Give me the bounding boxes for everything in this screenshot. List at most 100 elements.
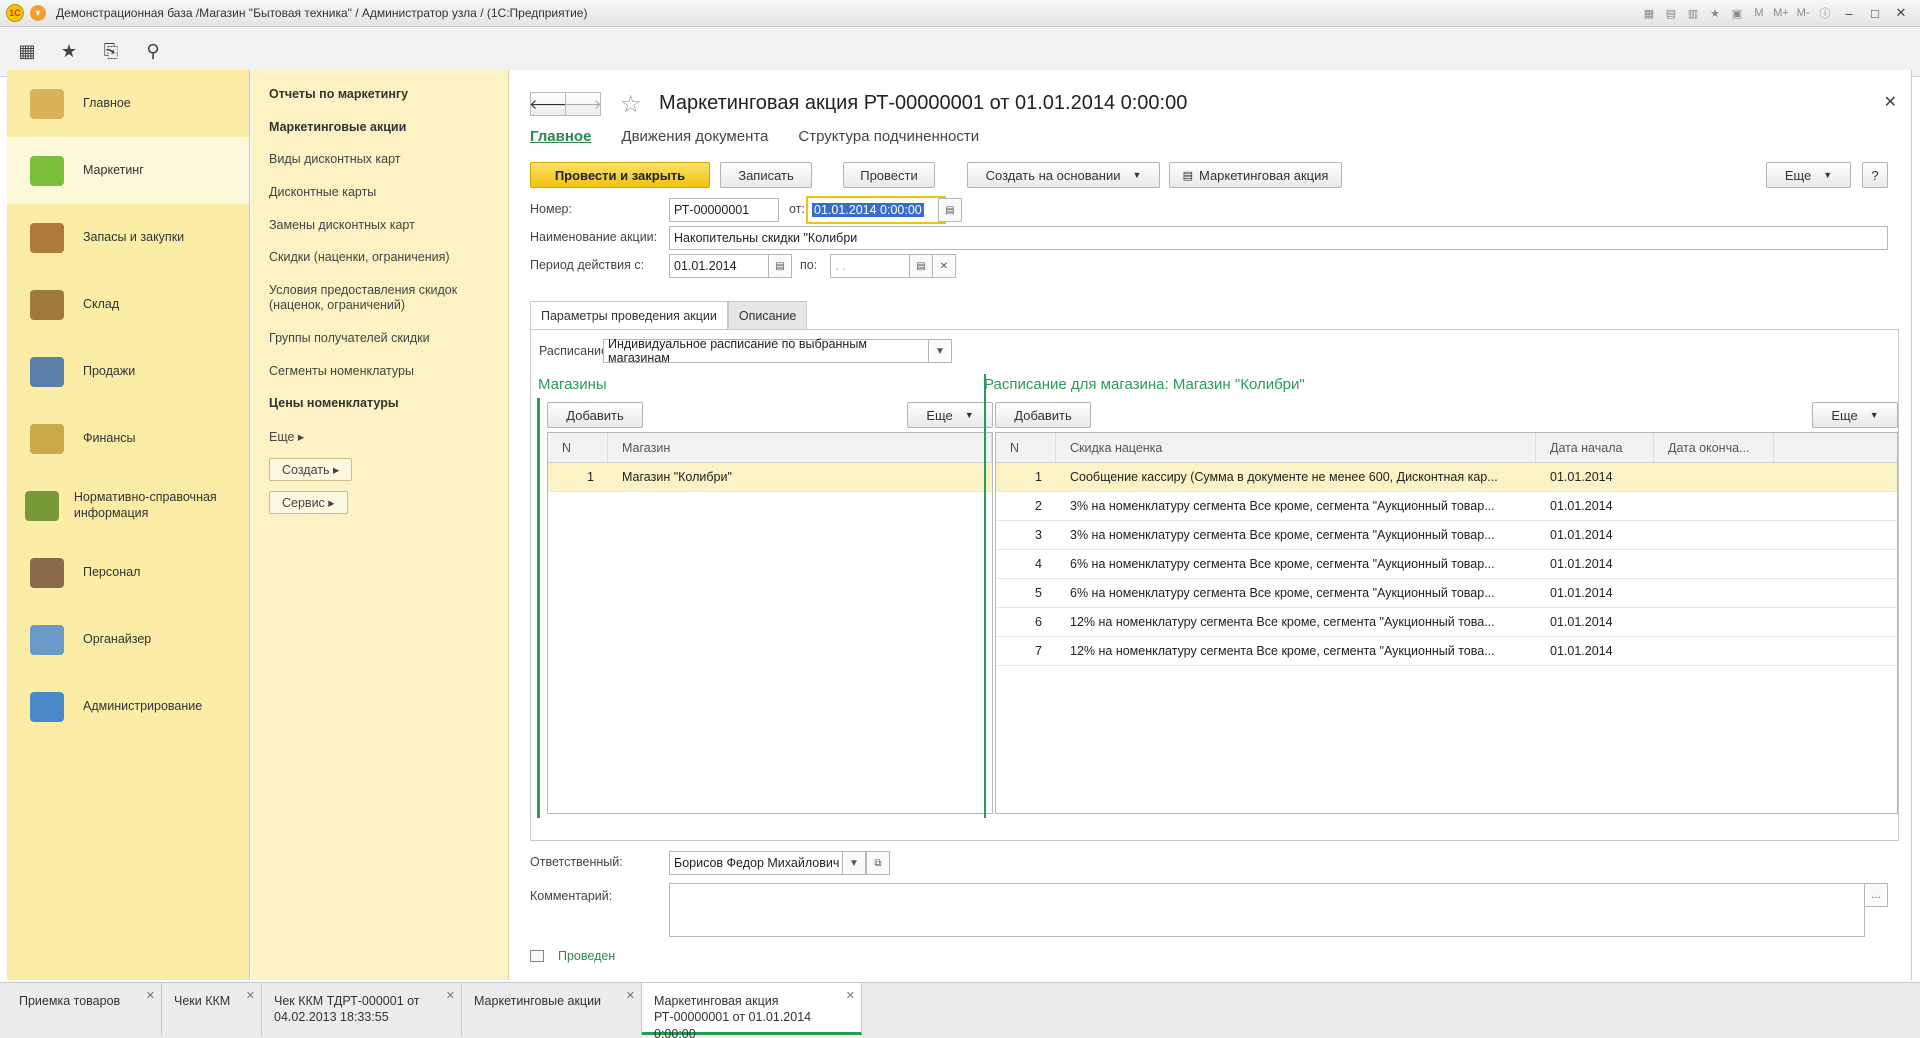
table-row[interactable]: 1 Магазин "Колибри" [548, 463, 992, 492]
comment-field[interactable] [669, 883, 1865, 937]
section-item[interactable]: Органайзер [7, 606, 249, 673]
stores-more-button[interactable]: Еще ▼ [907, 402, 993, 428]
tab-action-parameters[interactable]: Параметры проведения акции [530, 301, 728, 329]
period-to-calendar-icon[interactable]: ▤ [909, 254, 933, 278]
date-field[interactable]: 01.01.2014 0:00:00 [806, 196, 946, 224]
close-icon[interactable]: ✕ [626, 989, 635, 1003]
back-button[interactable]: 🡐 [529, 92, 567, 116]
tab-description[interactable]: Описание [727, 301, 808, 329]
col-n[interactable]: N [996, 433, 1056, 462]
chevron-down-icon[interactable]: ▼ [928, 339, 952, 363]
function-link[interactable]: Группы получателей скидки [269, 331, 508, 347]
col-end-date[interactable]: Дата оконча... [1654, 433, 1774, 462]
maximize-button[interactable]: □ [1864, 4, 1886, 22]
calendar-icon[interactable]: ▤ [1662, 4, 1680, 22]
function-link[interactable]: Виды дисконтных карт [269, 152, 508, 168]
history-icon[interactable]: ⎘ [100, 41, 122, 63]
open-window-tab[interactable]: Маркетинговые акции ✕ [462, 983, 642, 1035]
forward-button[interactable]: 🡒 [564, 92, 602, 116]
table-row[interactable]: 7 12% на номенклатуру сегмента Все кроме,… [996, 637, 1897, 666]
close-icon[interactable]: ✕ [246, 989, 255, 1003]
section-item[interactable]: Продажи [7, 338, 249, 405]
print-marketing-action-button[interactable]: ▤ Маркетинговая акция [1169, 162, 1342, 188]
help-button[interactable]: ? [1862, 162, 1888, 188]
section-item[interactable]: Склад [7, 271, 249, 338]
table-row[interactable]: 4 6% на номенклатуру сегмента Все кроме, … [996, 550, 1897, 579]
schedule-more-button[interactable]: Еще ▼ [1812, 402, 1898, 428]
functions-more-link[interactable]: Еще ▸ [269, 429, 508, 444]
search-icon[interactable]: ⚲ [142, 41, 164, 63]
function-link[interactable]: Сегменты номенклатуры [269, 364, 508, 380]
col-discount[interactable]: Скидка наценка [1056, 433, 1536, 462]
responsible-field[interactable]: Борисов Федор Михайлович [669, 851, 843, 875]
table-row[interactable]: 1 Сообщение кассиру (Сумма в документе не… [996, 463, 1897, 492]
function-link[interactable]: Условия предоставления скидок (наценок, … [269, 283, 508, 314]
apps-grid-icon[interactable]: ▦ [16, 41, 38, 63]
schedule-add-button[interactable]: Добавить [995, 402, 1091, 428]
calculator-icon[interactable]: ▣ [1728, 4, 1746, 22]
form-close-icon[interactable]: ✕ [1884, 92, 1897, 112]
favorite-star-icon[interactable]: ☆ [620, 90, 642, 119]
post-and-close-button[interactable]: Провести и закрыть [530, 162, 710, 188]
function-link[interactable]: Дисконтные карты [269, 185, 508, 201]
function-link[interactable]: Отчеты по маркетингу [269, 87, 508, 103]
tab-main[interactable]: Главное [530, 128, 591, 145]
col-n[interactable]: N [548, 433, 608, 462]
info-icon[interactable]: ⓘ [1816, 4, 1834, 22]
open-window-tab[interactable]: Маркетинговая акция РТ-00000001 от 01.01… [642, 983, 862, 1038]
main-menu-icon[interactable]: ▾ [30, 5, 46, 21]
action-name-field[interactable]: Накопительны скидки "Колибри [669, 226, 1888, 250]
period-from-field[interactable]: 01.01.2014 [669, 254, 769, 278]
function-link[interactable]: Цены номенклатуры [269, 396, 508, 412]
section-item[interactable]: Маркетинг [7, 137, 249, 204]
table-row[interactable]: 3 3% на номенклатуру сегмента Все кроме, … [996, 521, 1897, 550]
minimize-button[interactable]: – [1838, 4, 1860, 22]
section-item[interactable]: Главное [7, 70, 249, 137]
memory-m-icon[interactable]: M [1750, 4, 1768, 22]
splitter-bar[interactable] [984, 374, 986, 818]
section-item[interactable]: Финансы [7, 405, 249, 472]
section-item[interactable]: Персонал [7, 539, 249, 606]
form-more-button[interactable]: Еще ▼ [1766, 162, 1851, 188]
tab-structure[interactable]: Структура подчиненности [798, 128, 979, 145]
ellipsis-icon[interactable]: … [1864, 883, 1888, 907]
functions-create-button[interactable]: Создать ▸ [269, 457, 353, 481]
memory-mminus-icon[interactable]: M- [1794, 4, 1812, 22]
create-based-on-button[interactable]: Создать на основании ▼ [967, 162, 1160, 188]
function-link[interactable]: Маркетинговые акции [269, 120, 508, 136]
close-icon[interactable]: ✕ [146, 989, 155, 1003]
col-store[interactable]: Магазин [608, 433, 992, 462]
functions-service-button[interactable]: Сервис ▸ [269, 490, 348, 514]
calendar-picker-icon[interactable]: ▤ [938, 198, 962, 222]
post-button[interactable]: Провести [843, 162, 935, 188]
open-window-tab[interactable]: Чеки ККМ ✕ [162, 983, 262, 1035]
schedule-select[interactable]: Индивидуальное расписание по выбранным м… [603, 337, 929, 365]
table-row[interactable]: 2 3% на номенклатуру сегмента Все кроме, … [996, 492, 1897, 521]
clear-icon[interactable]: ✕ [932, 254, 956, 278]
function-link[interactable]: Скидки (наценки, ограничения) [269, 250, 508, 266]
close-icon[interactable]: ✕ [846, 989, 855, 1003]
section-item[interactable]: Нормативно-справочная информация [7, 472, 249, 539]
section-item[interactable]: Администрирование [7, 673, 249, 740]
history-icon[interactable]: ▥ [1684, 4, 1702, 22]
close-icon[interactable]: ✕ [446, 989, 455, 1003]
col-start-date[interactable]: Дата начала [1536, 433, 1654, 462]
open-window-tab[interactable]: Приемка товаров ✕ [7, 983, 162, 1035]
open-icon[interactable]: ⧉ [866, 851, 890, 875]
number-field[interactable]: РТ-00000001 [669, 198, 779, 222]
period-to-field[interactable]: . . [830, 254, 910, 278]
table-row[interactable]: 6 12% на номенклатуру сегмента Все кроме,… [996, 608, 1897, 637]
chevron-down-icon[interactable]: ▼ [842, 851, 866, 875]
tab-movements[interactable]: Движения документа [621, 128, 768, 145]
period-from-calendar-icon[interactable]: ▤ [768, 254, 792, 278]
write-button[interactable]: Записать [720, 162, 812, 188]
stores-add-button[interactable]: Добавить [547, 402, 643, 428]
1c-logo-icon[interactable]: 1С [6, 4, 24, 22]
memory-mplus-icon[interactable]: M+ [1772, 4, 1790, 22]
open-window-tab[interactable]: Чек ККМ ТДРТ-000001 от 04.02.2013 18:33:… [262, 983, 462, 1035]
function-link[interactable]: Замены дисконтных карт [269, 218, 508, 234]
table-row[interactable]: 5 6% на номенклатуру сегмента Все кроме, … [996, 579, 1897, 608]
section-item[interactable]: Запасы и закупки [7, 204, 249, 271]
link-icon[interactable]: ▦ [1640, 4, 1658, 22]
window-close-button[interactable]: ✕ [1890, 4, 1912, 22]
